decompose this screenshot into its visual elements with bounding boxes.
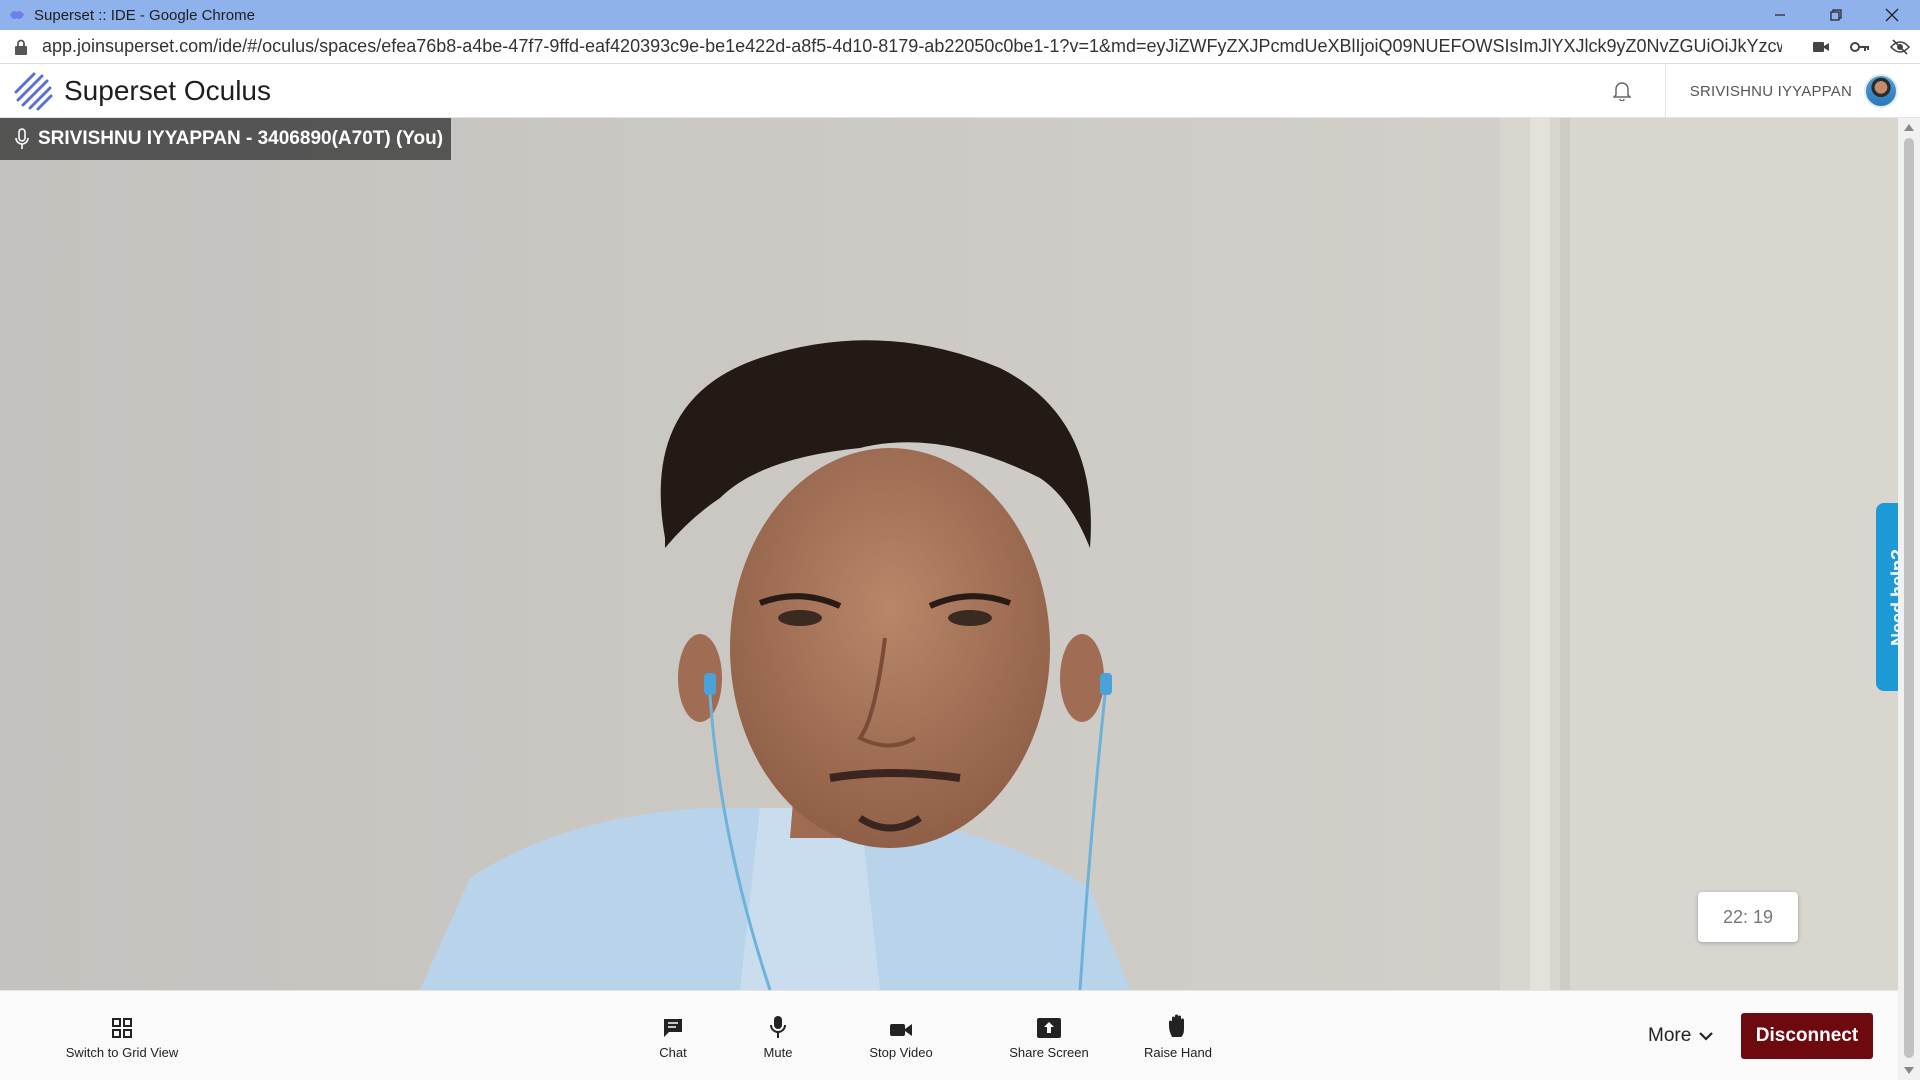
chevron-down-icon xyxy=(1699,1032,1714,1041)
microphone-icon xyxy=(15,128,29,149)
minimize-icon xyxy=(1775,14,1785,16)
share-screen-button[interactable]: Share Screen xyxy=(1003,991,1095,1081)
close-icon xyxy=(1885,8,1899,22)
key-icon[interactable] xyxy=(1850,41,1870,53)
close-window-button[interactable] xyxy=(1864,0,1920,30)
raise-hand-label: Raise Hand xyxy=(1144,1044,1212,1060)
disconnect-button[interactable]: Disconnect xyxy=(1741,1013,1873,1059)
stop-video-button[interactable]: Stop Video xyxy=(858,991,944,1081)
notifications-button[interactable] xyxy=(1605,64,1639,118)
mute-label: Mute xyxy=(763,1044,793,1060)
grid-view-label: Switch to Grid View xyxy=(65,1044,179,1060)
superset-favicon-icon xyxy=(10,11,24,19)
user-avatar[interactable] xyxy=(1864,74,1898,108)
stop-video-label: Stop Video xyxy=(869,1044,933,1060)
restore-icon xyxy=(1830,9,1842,21)
microphone-icon xyxy=(770,1015,786,1038)
superset-logo-icon xyxy=(14,72,53,110)
minimize-button[interactable] xyxy=(1752,0,1808,30)
video-stage: SRIVISHNU IYYAPPAN - 3406890(A70T) (You)… xyxy=(0,118,1898,990)
lock-icon xyxy=(15,39,27,55)
session-timer: 22: 19 xyxy=(1698,892,1798,942)
restore-button[interactable] xyxy=(1808,0,1864,30)
switch-to-grid-view-button[interactable]: Switch to Grid View xyxy=(60,991,184,1081)
scrollbar-thumb[interactable] xyxy=(1904,138,1914,1058)
window-title: Superset :: IDE - Google Chrome xyxy=(34,6,255,24)
scroll-up-arrow-icon[interactable] xyxy=(1904,124,1914,131)
video-camera-icon xyxy=(890,1023,912,1036)
mute-button[interactable]: Mute xyxy=(745,991,811,1081)
participant-video-feed xyxy=(0,118,1898,990)
participant-name-tag: SRIVISHNU IYYAPPAN - 3406890(A70T) (You) xyxy=(0,118,452,160)
brand-name: Superset Oculus xyxy=(64,74,271,106)
camera-in-use-icon[interactable] xyxy=(1812,40,1830,54)
bell-icon xyxy=(1612,82,1631,101)
more-label: More xyxy=(1648,1025,1692,1046)
app-header: Superset Oculus SRIVISHNU IYYAPPAN xyxy=(0,64,1920,118)
chat-button[interactable]: Chat xyxy=(640,991,706,1081)
share-screen-icon xyxy=(1037,1017,1061,1038)
grid-view-icon xyxy=(112,1017,132,1038)
user-name[interactable]: SRIVISHNU IYYAPPAN xyxy=(1690,83,1852,100)
more-menu-button[interactable]: More xyxy=(1648,1013,1714,1059)
meeting-controls-bar: Switch to Grid View Chat Mute Stop Video… xyxy=(0,990,1898,1080)
participant-label: SRIVISHNU IYYAPPAN - 3406890(A70T) (You) xyxy=(38,128,444,149)
raise-hand-icon xyxy=(1169,1014,1184,1037)
tracking-blocked-eye-icon[interactable] xyxy=(1890,39,1910,55)
chat-icon xyxy=(664,1018,682,1037)
scroll-down-arrow-icon[interactable] xyxy=(1904,1067,1914,1074)
header-divider xyxy=(1664,64,1666,118)
share-screen-label: Share Screen xyxy=(1009,1044,1089,1060)
chat-label: Chat xyxy=(659,1044,687,1060)
browser-titlebar: Superset :: IDE - Google Chrome xyxy=(0,0,1920,30)
url-text[interactable]: app.joinsuperset.com/ide/#/oculus/spaces… xyxy=(42,36,1782,57)
address-bar[interactable]: app.joinsuperset.com/ide/#/oculus/spaces… xyxy=(0,30,1920,64)
raise-hand-button[interactable]: Raise Hand xyxy=(1138,991,1218,1081)
page-scrollbar[interactable] xyxy=(1898,118,1920,1080)
